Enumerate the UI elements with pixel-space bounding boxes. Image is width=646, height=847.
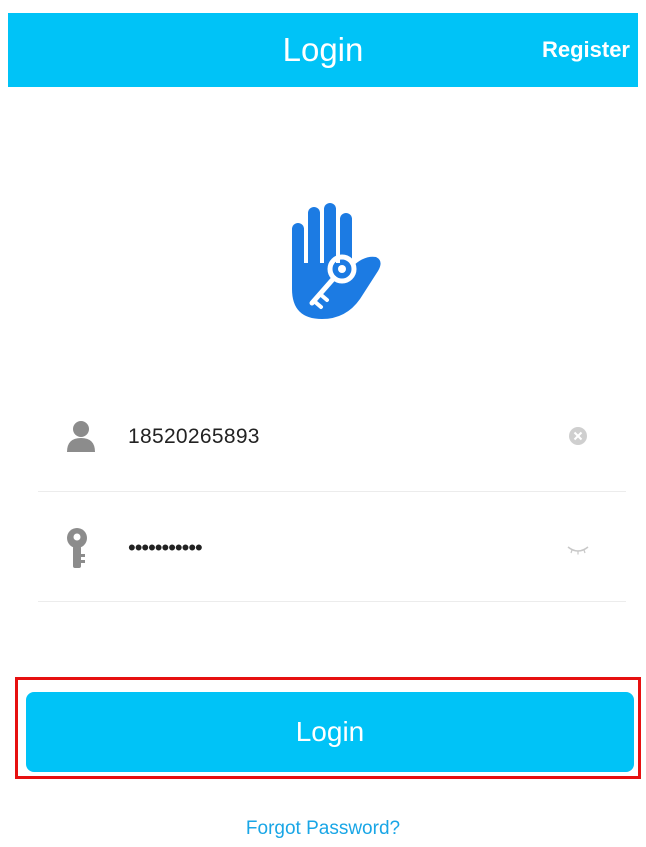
login-button[interactable]: Login	[26, 692, 634, 772]
forgot-password-link[interactable]: Forgot Password?	[0, 818, 646, 840]
hand-key-icon	[282, 203, 386, 321]
key-icon	[66, 528, 88, 573]
username-input[interactable]: 18520265893	[128, 382, 260, 492]
password-field[interactable]: •••••••••••	[38, 492, 626, 602]
password-input[interactable]: •••••••••••	[128, 492, 203, 602]
header-bar: Login Register	[8, 13, 638, 87]
clear-icon[interactable]	[568, 426, 588, 451]
register-link[interactable]: Register	[542, 13, 630, 87]
username-field[interactable]: 18520265893	[38, 382, 626, 492]
user-icon	[66, 420, 96, 457]
eye-closed-icon[interactable]	[566, 542, 590, 560]
